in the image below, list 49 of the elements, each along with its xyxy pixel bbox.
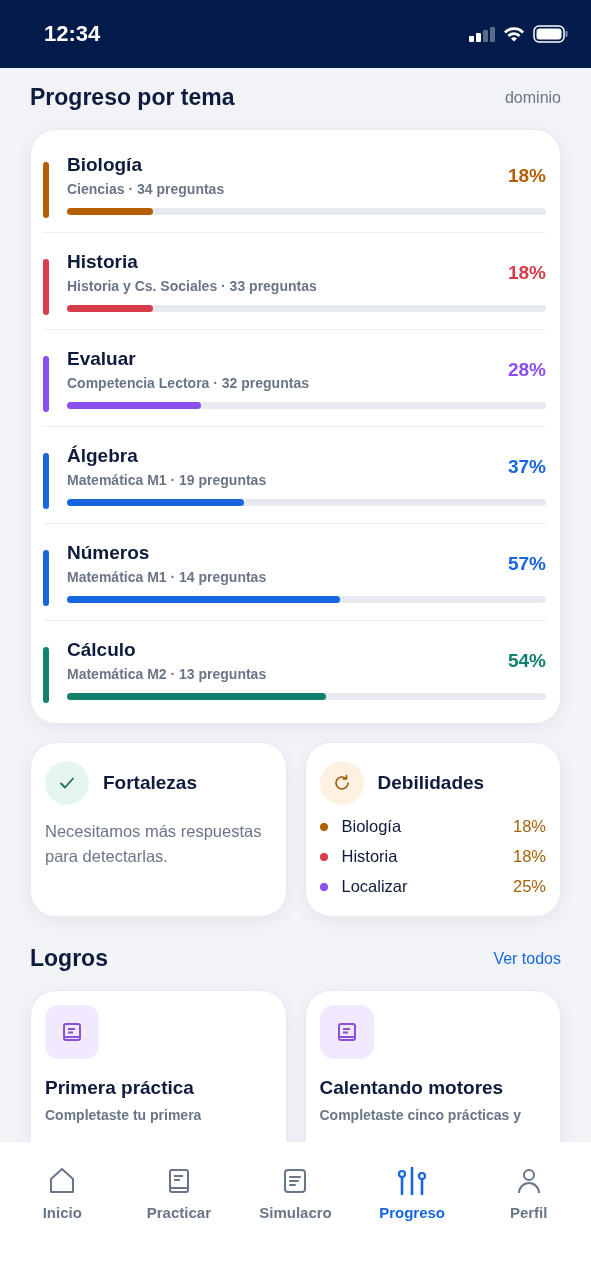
sliders-icon [396,1166,429,1196]
section-title: Progreso por tema [30,84,235,111]
signal-icon [469,26,495,42]
topic-percent: 28% [507,358,546,381]
check-icon [45,761,89,805]
topic-subtitle: Matemática M1 · 14 preguntas [67,569,267,585]
wifi-icon [503,26,525,42]
achievement-description: Completaste cinco prácticas y [319,1107,522,1123]
weakness-percent: 25% [512,877,546,896]
nav-tab[interactable]: Progreso [353,1164,471,1223]
status-time: 12:34 [44,21,101,47]
see-all-link[interactable]: Ver todos [493,949,561,968]
topic-subtitle: Matemática M1 · 19 preguntas [67,472,267,488]
card-title: Debilidades [377,772,485,794]
weakness-name: Localizar [341,877,409,896]
section-caption: dominio [504,88,561,107]
topic-percent: 54% [507,649,546,672]
refresh-icon [319,761,364,805]
topic-name: Evaluar [67,348,137,370]
section-title: Logros [30,945,108,972]
topic-percent: 18% [507,164,546,187]
book-icon [319,1005,374,1059]
topic-subtitle: Historia y Cs. Sociales · 33 preguntas [67,278,317,294]
topic-subtitle: Competencia Lectora · 32 preguntas [67,375,309,391]
topic-name: Álgebra [67,445,139,467]
topic-name: Cálculo [67,639,137,661]
topic-name: Biología [67,154,143,176]
topic-name: Historia [67,251,139,273]
weakness-percent: 18% [512,847,546,866]
nav-tab[interactable]: Perfil [470,1164,587,1223]
nav-tab[interactable]: Inicio [4,1164,121,1223]
weakness-percent: 18% [512,817,546,836]
nav-tab[interactable]: Practicar [120,1164,238,1223]
topic-name: Números [67,542,151,564]
card-title: Fortalezas [103,772,197,794]
achievement-description: Completaste tu primera [45,1107,202,1123]
nav-tab[interactable]: Simulacro [237,1164,354,1223]
weakness-name: Historia [341,847,399,866]
topic-percent: 18% [507,261,546,284]
achievement-title: Calentando motores [319,1077,504,1099]
topic-subtitle: Ciencias · 34 preguntas [67,181,225,197]
battery-icon [533,25,569,43]
topic-percent: 37% [507,455,546,478]
weakness-name: Biología [341,817,403,836]
achievement-title: Primera práctica [45,1077,194,1099]
topic-subtitle: Matemática M2 · 13 preguntas [67,666,267,682]
book-icon [45,1005,99,1059]
topic-percent: 57% [507,552,546,575]
strengths-message: Necesitamos más respuestas para detectarlas. [45,821,263,867]
